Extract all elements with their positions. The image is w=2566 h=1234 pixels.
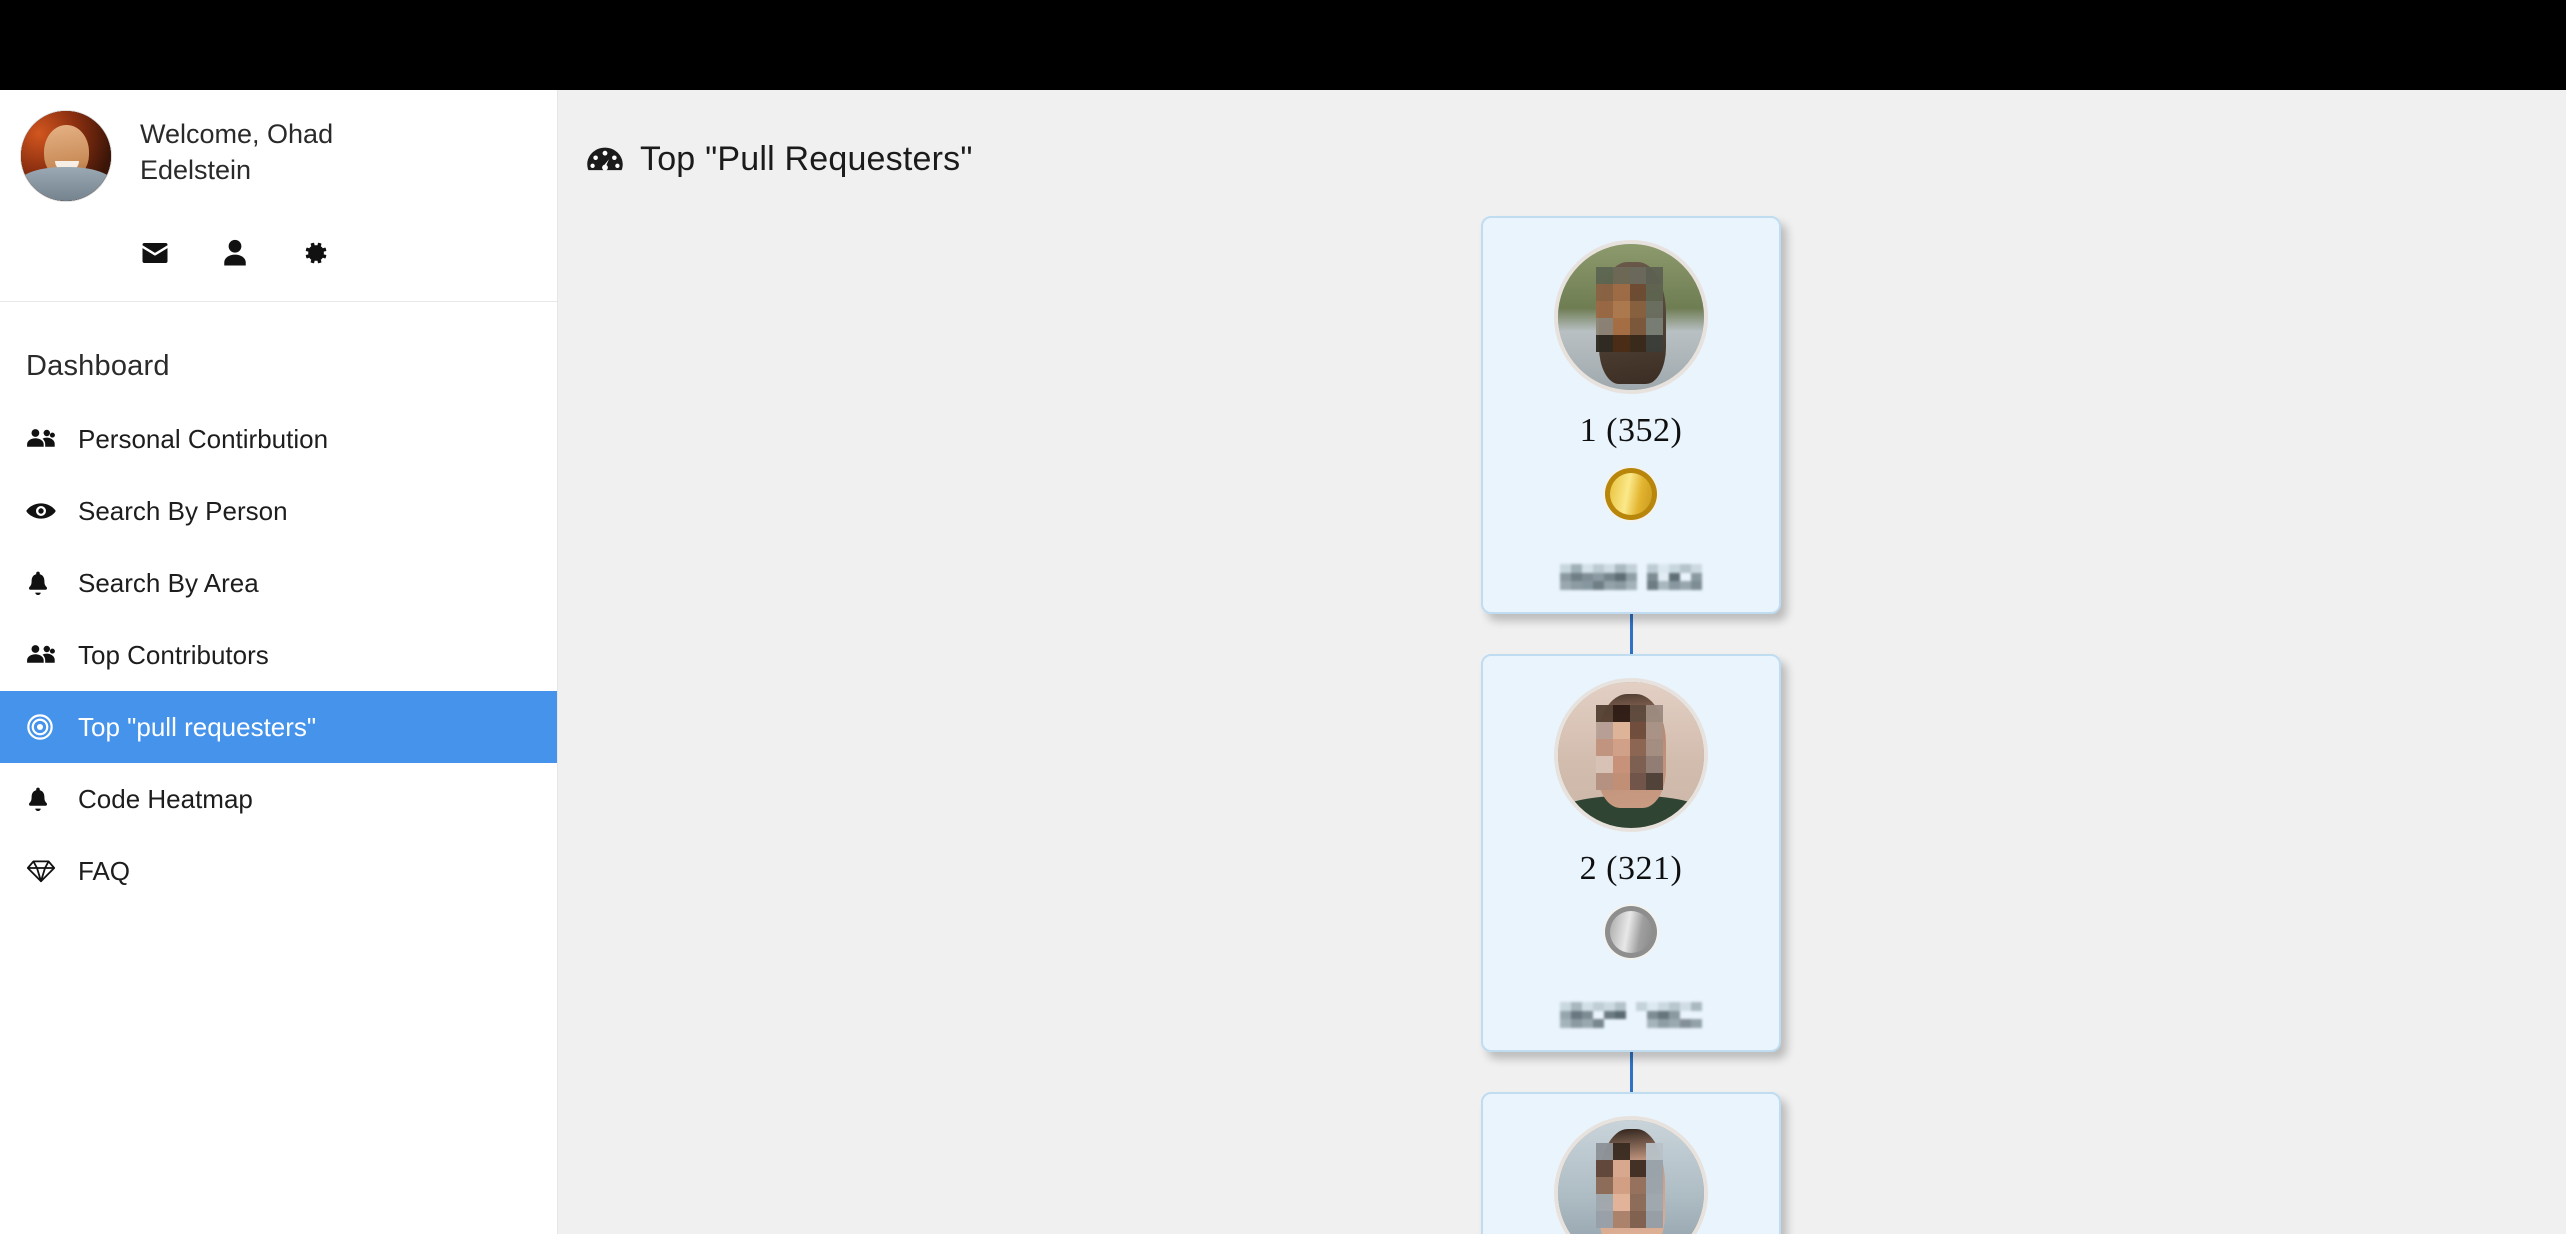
sidebar-item-top-contributors[interactable]: Top Contributors: [0, 619, 557, 691]
connector-line: [1629, 614, 1633, 654]
page-title: Top "Pull Requesters": [558, 90, 2566, 179]
users-icon: [26, 424, 60, 454]
tachometer-icon: [586, 143, 624, 177]
page-title-text: Top "Pull Requesters": [640, 140, 973, 178]
sidebar-item-top-pull-requesters[interactable]: Top "pull requesters": [0, 691, 557, 763]
avatar-shirt: [1558, 795, 1704, 828]
gold-medal-icon: [1605, 468, 1657, 520]
medal-core: [1610, 473, 1652, 515]
sidebar-item-faq[interactable]: FAQ: [0, 835, 557, 907]
target-icon: [26, 712, 60, 742]
ranking-avatar[interactable]: [1554, 678, 1708, 832]
ranking-avatar[interactable]: [1554, 240, 1708, 394]
ranking-card-1[interactable]: 1 (352): [1481, 216, 1781, 614]
connector-line: [1629, 1052, 1633, 1092]
redacted-word: [1560, 564, 1637, 590]
sidebar-item-label: Personal Contirbution: [78, 423, 329, 454]
ranking-score: 2 (321): [1579, 850, 1683, 887]
sidebar-item-search-by-person[interactable]: Search By Person: [0, 475, 557, 547]
bell-icon: [26, 568, 60, 598]
ranking-score: 1 (352): [1579, 412, 1683, 449]
ranking-card-3[interactable]: [1481, 1092, 1781, 1234]
sidebar-item-search-by-area[interactable]: Search By Area: [0, 547, 557, 619]
redacted-name: [1560, 564, 1702, 590]
avatar[interactable]: [20, 110, 112, 202]
redacted-word: [1647, 564, 1702, 590]
sidebar-item-label: FAQ: [78, 855, 131, 886]
sidebar-item-label: Code Heatmap: [78, 783, 253, 814]
user-icon[interactable]: [220, 238, 250, 268]
redacted-name: [1560, 1002, 1702, 1028]
sidebar-item-label: Top "pull requesters": [78, 711, 317, 742]
sidebar-item-label: Search By Person: [78, 495, 288, 526]
nav-title: Dashboard: [26, 350, 170, 382]
gear-icon[interactable]: [300, 238, 330, 268]
ranking-card-2[interactable]: 2 (321): [1481, 654, 1781, 1052]
medal-core: [1610, 911, 1652, 953]
redacted-face: [1595, 1143, 1664, 1229]
sidebar-item-personal-contribution[interactable]: Personal Contirbution: [0, 403, 557, 475]
app-root: Welcome, Ohad Edelstein Dashboard Person…: [0, 0, 2566, 1234]
ranking-list: 1 (352) 2 (321): [1471, 216, 1791, 1234]
main-content: Top "Pull Requesters" 1 (352) 2 (321): [558, 90, 2566, 1234]
sidebar: Welcome, Ohad Edelstein Dashboard Person…: [0, 90, 558, 1234]
ranking-avatar[interactable]: [1554, 1116, 1708, 1234]
bell-icon: [26, 784, 60, 814]
users-icon: [26, 640, 60, 670]
envelope-icon[interactable]: [140, 238, 170, 268]
profile-block: Welcome, Ohad Edelstein: [0, 90, 557, 302]
eye-icon: [26, 496, 60, 526]
sidebar-nav: Personal Contirbution Search By Person S…: [0, 403, 557, 907]
sidebar-item-label: Top Contributors: [78, 639, 269, 670]
silver-medal-icon: [1605, 906, 1657, 958]
redacted-face: [1595, 705, 1664, 791]
redacted-face: [1595, 267, 1664, 353]
sidebar-item-label: Search By Area: [78, 567, 259, 598]
top-bar: [0, 0, 2566, 90]
redacted-word: [1636, 1002, 1702, 1028]
redacted-word: [1560, 1002, 1626, 1028]
avatar-shirt: [21, 166, 111, 201]
profile-icon-row: [140, 238, 330, 268]
welcome-message: Welcome, Ohad Edelstein: [140, 119, 334, 185]
sidebar-item-code-heatmap[interactable]: Code Heatmap: [0, 763, 557, 835]
gem-icon: [26, 856, 60, 886]
